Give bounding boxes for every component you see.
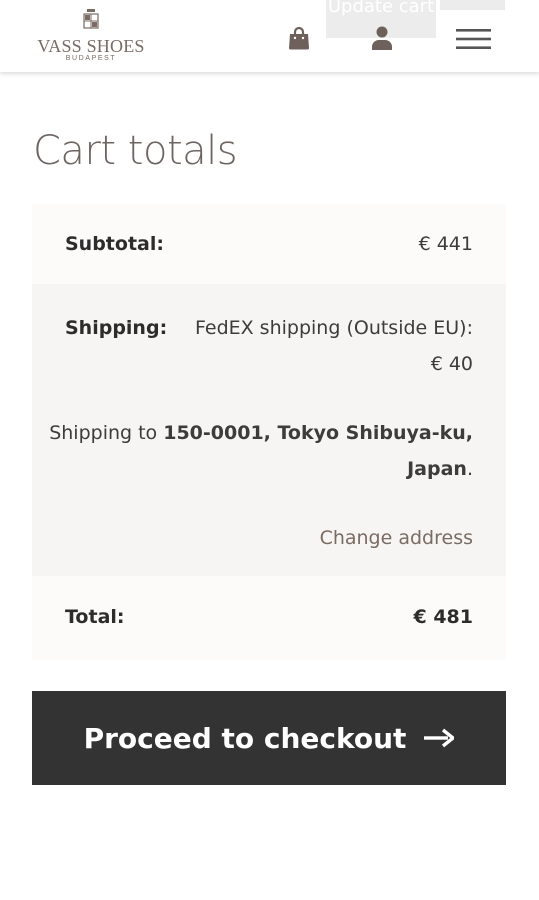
logo-subtitle: BUDAPEST <box>65 55 117 62</box>
change-address-link[interactable]: Change address <box>320 527 473 549</box>
page-title: Cart totals <box>33 128 238 174</box>
shipping-destination-address: 150-0001, Tokyo Shibuya-ku, <box>163 422 473 444</box>
apply-coupon-button[interactable] <box>440 0 505 10</box>
checkout-label: Proceed to checkout <box>83 721 407 755</box>
subtotal-row: Subtotal: € 441 <box>32 204 506 284</box>
shipping-method: FedEX shipping (Outside EU): <box>194 317 473 339</box>
cart-totals-table: Subtotal: € 441 Shipping: FedEX shipping… <box>32 204 506 660</box>
shipping-label: Shipping: <box>65 317 168 339</box>
crest-icon <box>83 9 99 29</box>
logo-name: VASS SHOES <box>37 36 145 56</box>
hamburger-menu-icon[interactable] <box>456 28 491 50</box>
total-row: Total: € 481 <box>32 576 506 660</box>
subtotal-label: Subtotal: <box>65 233 164 255</box>
total-label: Total: <box>65 606 125 628</box>
shipping-price: € 40 <box>430 353 473 375</box>
subtotal-value: € 441 <box>418 233 473 255</box>
user-icon[interactable] <box>371 26 393 50</box>
proceed-to-checkout-button[interactable]: Proceed to checkout <box>32 691 506 785</box>
shipping-row: Shipping: FedEX shipping (Outside EU): €… <box>32 284 506 576</box>
site-header: Update cart VASS SHOES BUDAPEST <box>0 0 539 72</box>
shipping-destination-prefix: Shipping to <box>49 422 164 444</box>
site-logo[interactable]: VASS SHOES BUDAPEST <box>32 8 150 66</box>
shipping-destination-suffix: . <box>466 458 473 480</box>
shipping-destination-line1: Shipping to 150-0001, Tokyo Shibuya-ku, <box>49 422 473 444</box>
shipping-destination-country: Japan <box>407 458 467 480</box>
shopping-bag-icon[interactable] <box>288 26 310 50</box>
arrow-right-icon <box>424 728 455 748</box>
total-value: € 481 <box>413 606 474 628</box>
shipping-destination-line2: Japan. <box>407 458 473 480</box>
